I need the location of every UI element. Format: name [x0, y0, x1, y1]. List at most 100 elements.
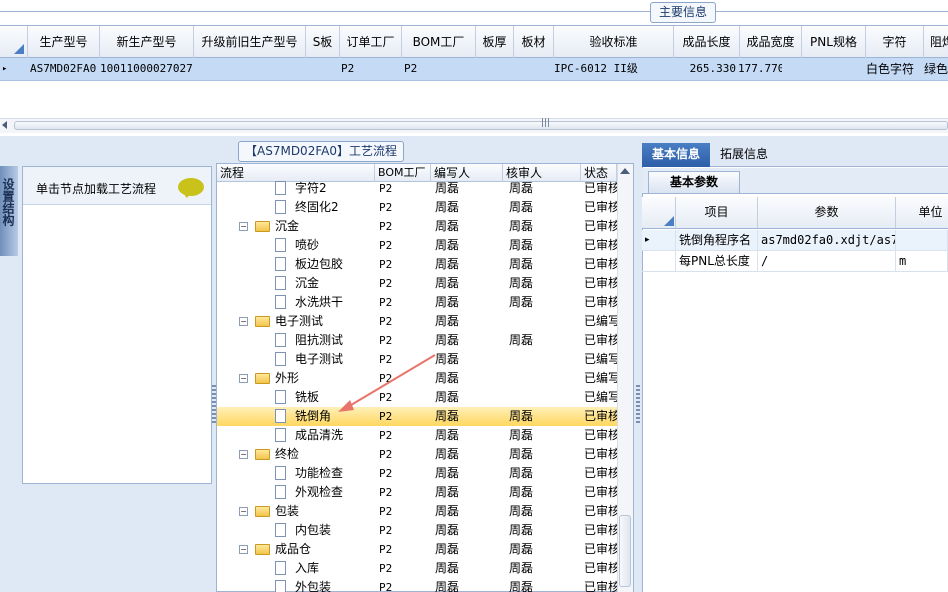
collapse-icon[interactable]: − — [239, 507, 248, 516]
param-value[interactable]: as7md02fa0.xdjt/as7... — [758, 230, 896, 250]
document-icon — [275, 580, 286, 592]
process-status: 已审核 — [584, 504, 617, 518]
col-header[interactable]: 板厚 — [476, 26, 514, 58]
col-header[interactable]: 阻焊 — [924, 26, 948, 58]
process-step-name[interactable]: 铣倒角 — [295, 407, 331, 426]
tab-basic-params[interactable]: 基本参数 — [648, 171, 740, 193]
param-row[interactable]: 每PNL总长度 / m — [642, 251, 948, 272]
cell-bom-factory[interactable]: P2 — [404, 58, 444, 80]
scroll-up-icon[interactable] — [620, 168, 630, 174]
cell-order-factory[interactable]: P2 — [341, 58, 381, 80]
process-tree-row[interactable]: 入库 P2 周磊 周磊 已审核 — [217, 559, 617, 578]
param-row[interactable]: ▸ 铣倒角程序名 as7md02fa0.xdjt/as7... — [642, 230, 948, 251]
col-header-param[interactable]: 参数 — [758, 197, 896, 228]
col-header[interactable]: PNL规格 — [802, 26, 866, 58]
main-info-tab[interactable]: 主要信息 — [650, 2, 717, 23]
col-header[interactable]: 成品宽度 — [740, 26, 802, 58]
process-tree-row[interactable]: 电子测试 P2 周磊 已编写 — [217, 350, 617, 369]
col-header[interactable]: 订单工厂 — [340, 26, 402, 58]
process-tree-row[interactable]: 成品清洗 P2 周磊 周磊 已审核 — [217, 426, 617, 445]
process-bom-factory: P2 — [379, 258, 393, 271]
process-step-name[interactable]: 包装 — [275, 502, 299, 521]
process-tree-row[interactable]: 板边包胶 P2 周磊 周磊 已审核 — [217, 255, 617, 274]
process-tree-row[interactable]: 终固化2 P2 周磊 周磊 已审核 — [217, 198, 617, 217]
row-indicator-header — [0, 26, 28, 58]
cell-acceptance-standard[interactable]: IPC-6012 II级 — [554, 58, 672, 80]
process-writer: 周磊 — [435, 409, 460, 423]
process-step-name[interactable]: 终检 — [275, 445, 299, 464]
col-header[interactable]: S板 — [306, 26, 340, 58]
scroll-left-icon[interactable] — [2, 121, 7, 129]
cell-new-model[interactable]: 10011000027027 — [100, 58, 194, 80]
process-tree-row[interactable]: 内包装 P2 周磊 周磊 已审核 — [217, 521, 617, 540]
collapse-icon[interactable]: − — [239, 450, 248, 459]
tab-extended-info[interactable]: 拓展信息 — [714, 143, 774, 167]
horizontal-scroll-thumb[interactable] — [14, 121, 948, 130]
process-step-name[interactable]: 外包装 — [295, 578, 331, 592]
collapse-icon[interactable]: − — [239, 222, 248, 231]
cell-character[interactable]: 白色字符 — [866, 58, 924, 80]
process-step-name[interactable]: 成品清洗 — [295, 426, 343, 445]
product-grid-row[interactable]: ▸ AS7MD02FA0 10011000027027 P2 P2 IPC-60… — [0, 58, 948, 81]
process-tree-row[interactable]: 沉金 P2 周磊 周磊 已审核 — [217, 274, 617, 293]
process-step-name[interactable]: 功能检查 — [295, 464, 343, 483]
process-tree-row[interactable]: 功能检查 P2 周磊 周磊 已审核 — [217, 464, 617, 483]
cell-production-model[interactable]: AS7MD02FA0 — [30, 58, 100, 80]
col-header[interactable]: 成品长度 — [674, 26, 740, 58]
cell-solder-mask[interactable]: 绿色 — [924, 58, 948, 80]
tab-basic-info[interactable]: 基本信息 — [642, 143, 710, 167]
process-tree-row[interactable]: 水洗烘干 P2 周磊 周磊 已审核 — [217, 293, 617, 312]
param-item[interactable]: 铣倒角程序名 — [676, 230, 758, 250]
process-step-name[interactable]: 入库 — [295, 559, 319, 578]
process-step-name[interactable]: 电子测试 — [295, 350, 343, 369]
col-header-item[interactable]: 项目 — [676, 197, 758, 228]
vertical-scroll-thumb[interactable] — [619, 515, 631, 587]
param-value[interactable]: / — [758, 251, 896, 271]
process-tree-row[interactable]: 铣倒角 P2 周磊 周磊 已审核 — [217, 407, 617, 426]
collapse-icon[interactable]: − — [239, 317, 248, 326]
collapse-icon[interactable]: − — [239, 545, 248, 554]
process-tree-row[interactable]: − 沉金 P2 周磊 周磊 已审核 — [217, 217, 617, 236]
process-step-name[interactable]: 字符2 — [295, 179, 327, 198]
process-tree-row[interactable]: 阻抗测试 P2 周磊 周磊 已审核 — [217, 331, 617, 350]
process-step-name[interactable]: 电子测试 — [275, 312, 323, 331]
process-tree-row[interactable]: 铣板 P2 周磊 已编写 — [217, 388, 617, 407]
process-tree-row[interactable]: − 包装 P2 周磊 周磊 已审核 — [217, 502, 617, 521]
cell-width[interactable]: 177.770 — [738, 58, 782, 80]
collapse-icon[interactable]: − — [239, 374, 248, 383]
process-step-name[interactable]: 成品仓 — [275, 540, 311, 559]
process-tree-row[interactable]: 字符2 P2 周磊 周磊 已审核 — [217, 179, 617, 198]
process-step-name[interactable]: 水洗烘干 — [295, 293, 343, 312]
process-reviewer: 周磊 — [509, 466, 534, 480]
col-header[interactable]: 字符 — [866, 26, 924, 58]
process-tree-row[interactable]: − 外形 P2 周磊 已编写 — [217, 369, 617, 388]
col-header[interactable]: 生产型号 — [28, 26, 100, 58]
param-item[interactable]: 每PNL总长度 — [676, 251, 758, 271]
col-header[interactable]: 升级前旧生产型号 — [194, 26, 306, 58]
process-tree-row[interactable]: 外包装 P2 周磊 周磊 已审核 — [217, 578, 617, 592]
process-step-name[interactable]: 外观检查 — [295, 483, 343, 502]
process-tree-row[interactable]: − 成品仓 P2 周磊 周磊 已审核 — [217, 540, 617, 559]
process-tree-row[interactable]: − 电子测试 P2 周磊 已编写 — [217, 312, 617, 331]
process-tree-row[interactable]: − 终检 P2 周磊 周磊 已审核 — [217, 445, 617, 464]
col-header[interactable]: 验收标准 — [554, 26, 674, 58]
process-step-name[interactable]: 阻抗测试 — [295, 331, 343, 350]
right-splitter-grip[interactable] — [636, 385, 640, 425]
process-step-name[interactable]: 沉金 — [295, 274, 319, 293]
param-unit[interactable] — [896, 230, 948, 250]
col-header[interactable]: 板材 — [514, 26, 554, 58]
process-step-name[interactable]: 喷砂 — [295, 236, 319, 255]
col-header[interactable]: 新生产型号 — [100, 26, 194, 58]
process-step-name[interactable]: 板边包胶 — [295, 255, 343, 274]
process-step-name[interactable]: 内包装 — [295, 521, 331, 540]
process-tree-row[interactable]: 外观检查 P2 周磊 周磊 已审核 — [217, 483, 617, 502]
process-step-name[interactable]: 终固化2 — [295, 198, 339, 217]
process-step-name[interactable]: 铣板 — [295, 388, 319, 407]
param-unit[interactable]: m — [896, 251, 948, 271]
process-tree-row[interactable]: 喷砂 P2 周磊 周磊 已审核 — [217, 236, 617, 255]
process-step-name[interactable]: 沉金 — [275, 217, 299, 236]
cell-length[interactable]: 265.330 — [674, 58, 736, 80]
col-header[interactable]: BOM工厂 — [402, 26, 476, 58]
col-header-unit[interactable]: 单位 — [896, 197, 948, 228]
process-step-name[interactable]: 外形 — [275, 369, 299, 388]
